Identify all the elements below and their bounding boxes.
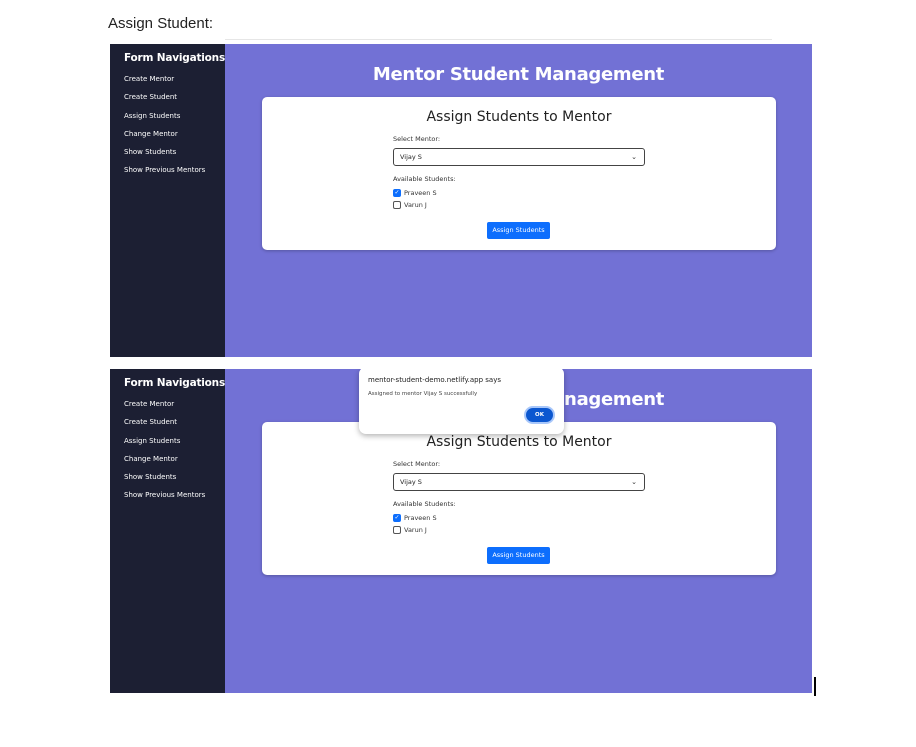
sidebar-title: Form Navigations <box>124 377 226 389</box>
select-mentor-label: Select Mentor: <box>393 460 441 468</box>
chevron-down-icon: ⌄ <box>631 478 637 486</box>
sidebar: Form Navigations Create Mentor Create St… <box>110 44 225 357</box>
card-title: Assign Students to Mentor <box>426 109 612 125</box>
sidebar-item-show-students[interactable]: Show Students <box>124 468 225 486</box>
page-title: Mentor Student Management <box>372 64 665 85</box>
sidebar-item-show-students[interactable]: Show Students <box>124 143 225 161</box>
mentor-select-value: Vijay S <box>400 153 422 161</box>
sidebar-title: Form Navigations <box>124 52 226 64</box>
sidebar-item-create-mentor[interactable]: Create Mentor <box>124 70 225 88</box>
student-option[interactable]: ✓ Praveen S <box>393 514 437 522</box>
sidebar-item-create-student[interactable]: Create Student <box>124 88 225 106</box>
sidebar: Form Navigations Create Mentor Create St… <box>110 369 225 693</box>
sidebar-item-assign-students[interactable]: Assign Students <box>124 432 225 450</box>
text-cursor <box>814 677 816 696</box>
alert-dialog: mentor-student-demo.netlify.app says Ass… <box>359 369 564 434</box>
assign-students-button[interactable]: Assign Students <box>487 222 550 239</box>
dialog-title: mentor-student-demo.netlify.app says <box>368 376 501 384</box>
sidebar-item-change-mentor[interactable]: Change Mentor <box>124 450 225 468</box>
dialog-ok-button[interactable]: OK <box>524 406 555 424</box>
mentor-select[interactable]: Vijay S ⌄ <box>393 473 645 491</box>
assign-form-card: Assign Students to Mentor Select Mentor:… <box>262 97 776 250</box>
app-screenshot-after: Form Navigations Create Mentor Create St… <box>110 369 812 693</box>
sidebar-item-create-mentor[interactable]: Create Mentor <box>124 395 225 413</box>
mentor-select[interactable]: Vijay S ⌄ <box>393 148 645 166</box>
assign-students-button[interactable]: Assign Students <box>487 547 550 564</box>
student-name: Varun J <box>404 201 427 209</box>
sidebar-item-assign-students[interactable]: Assign Students <box>124 107 225 125</box>
doc-heading: Assign Student: <box>108 15 214 32</box>
mentor-select-value: Vijay S <box>400 478 422 486</box>
student-option[interactable]: Varun J <box>393 526 427 534</box>
dialog-message: Assigned to mentor Vijay S successfully <box>368 391 478 397</box>
student-option[interactable]: Varun J <box>393 201 427 209</box>
student-name: Praveen S <box>404 514 437 522</box>
assign-form-card: Assign Students to Mentor Select Mentor:… <box>262 422 776 575</box>
available-students-label: Available Students: <box>393 175 456 183</box>
document-page: Assign Student: Form Navigations Create … <box>0 0 916 747</box>
card-title: Assign Students to Mentor <box>426 434 612 450</box>
select-mentor-label: Select Mentor: <box>393 135 441 143</box>
doc-divider <box>225 39 772 40</box>
sidebar-item-show-previous-mentors[interactable]: Show Previous Mentors <box>124 486 225 504</box>
available-students-label: Available Students: <box>393 500 456 508</box>
student-checkbox[interactable] <box>393 526 401 534</box>
student-checkbox-checked[interactable]: ✓ <box>393 514 401 522</box>
student-checkbox-checked[interactable]: ✓ <box>393 189 401 197</box>
student-name: Praveen S <box>404 189 437 197</box>
chevron-down-icon: ⌄ <box>631 153 637 161</box>
student-name: Varun J <box>404 526 427 534</box>
student-checkbox[interactable] <box>393 201 401 209</box>
app-screenshot-before: Form Navigations Create Mentor Create St… <box>110 44 812 357</box>
sidebar-item-create-student[interactable]: Create Student <box>124 413 225 431</box>
sidebar-item-change-mentor[interactable]: Change Mentor <box>124 125 225 143</box>
sidebar-item-show-previous-mentors[interactable]: Show Previous Mentors <box>124 161 225 179</box>
student-option[interactable]: ✓ Praveen S <box>393 189 437 197</box>
